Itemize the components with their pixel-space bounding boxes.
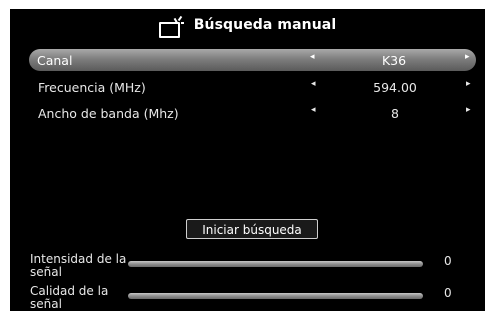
setting-row-bandwidth[interactable]: Ancho de banda (Mhz) ◂ 8 ▸ <box>30 102 475 124</box>
title-bar: Búsqueda manual <box>10 9 485 41</box>
setting-row-frequency[interactable]: Frecuencia (MHz) ◂ 594.00 ▸ <box>30 76 475 98</box>
bandwidth-label: Ancho de banda (Mhz) <box>38 106 179 121</box>
frequency-value: 594.00 <box>373 80 417 95</box>
signal-quality-value: 0 <box>444 286 452 300</box>
setting-row-channel[interactable]: Canal ◂ K36 ▸ <box>29 49 476 71</box>
bandwidth-value: 8 <box>391 106 399 121</box>
antenna-spark <box>180 21 184 24</box>
decrease-arrow-icon[interactable]: ◂ <box>311 105 316 115</box>
page-title: Búsqueda manual <box>193 17 337 33</box>
channel-value: K36 <box>381 53 407 68</box>
signal-strength-value: 0 <box>444 254 452 268</box>
increase-arrow-icon[interactable]: ▸ <box>466 79 471 89</box>
start-search-button[interactable]: Iniciar búsqueda <box>186 219 318 239</box>
signal-strength-label: Intensidad de la señal <box>30 252 127 279</box>
antenna-right <box>177 15 182 21</box>
increase-arrow-icon[interactable]: ▸ <box>465 52 470 62</box>
decrease-arrow-icon[interactable]: ◂ <box>311 79 316 89</box>
channel-label: Canal <box>37 53 73 68</box>
increase-arrow-icon[interactable]: ▸ <box>466 105 471 115</box>
tv-antenna-icon <box>158 15 184 38</box>
manual-search-screen: Búsqueda manual Canal ◂ K36 ▸ Frecuencia… <box>10 9 485 311</box>
signal-quality-bar <box>128 293 423 299</box>
signal-strength-bar <box>128 261 423 267</box>
signal-quality-label: Calidad de la señal <box>30 284 109 311</box>
frequency-label: Frecuencia (MHz) <box>38 80 146 95</box>
decrease-arrow-icon[interactable]: ◂ <box>310 52 315 62</box>
